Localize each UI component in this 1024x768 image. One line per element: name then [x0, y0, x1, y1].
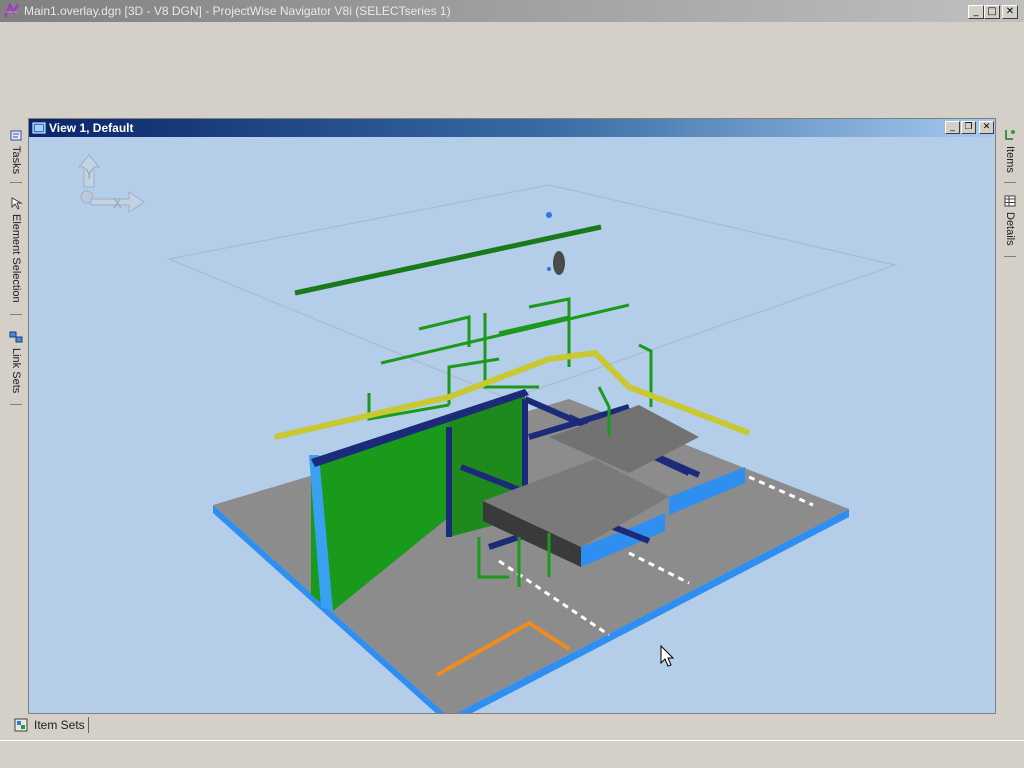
tab-element-selection-label: Element Selection: [10, 214, 22, 303]
view-title-bar[interactable]: View 1, Default _ ❐ ✕: [29, 119, 995, 137]
item-sets-bar: Item Sets: [4, 714, 1020, 738]
app-logo-icon: [4, 3, 20, 18]
suspended-tank[interactable]: [553, 251, 565, 275]
tab-tasks-label: Tasks: [10, 146, 22, 175]
element-selection-icon: [11, 197, 23, 210]
mouse-cursor-icon: [660, 645, 675, 667]
tab-separator: [10, 314, 22, 315]
left-dock-strip: Tasks Element Selection Link Sets: [4, 118, 28, 714]
projectwise-navigator-window: Main1.overlay.dgn [3D - V8 DGN] - Projec…: [0, 0, 1024, 768]
details-icon: [1004, 195, 1016, 207]
tasks-icon: [10, 130, 22, 141]
status-bar: [0, 740, 1024, 768]
tab-items-label: Items: [1004, 146, 1016, 173]
view-icon: [32, 122, 46, 134]
3d-viewport[interactable]: Y X: [29, 137, 995, 713]
window-title: Main1.overlay.dgn [3D - V8 DGN] - Projec…: [24, 4, 451, 18]
tab-details-label: Details: [1004, 212, 1016, 246]
right-dock-strip: Items Details: [998, 118, 1022, 714]
tab-separator: [10, 404, 22, 405]
axis-y-label: Y: [84, 167, 94, 183]
tab-items[interactable]: Items: [998, 124, 1022, 184]
close-button[interactable]: ✕: [1002, 5, 1018, 19]
axis-x-label: X: [113, 197, 122, 212]
view-axis-triad: Y X: [77, 154, 145, 213]
link-sets-icon: [9, 331, 23, 343]
tab-separator: [88, 717, 89, 733]
tab-link-sets[interactable]: Link Sets: [4, 326, 28, 406]
tab-separator: [1004, 256, 1016, 257]
view-close-button[interactable]: ✕: [979, 121, 994, 134]
tab-tasks[interactable]: Tasks: [4, 124, 28, 186]
marker-point: [546, 212, 552, 218]
window-title-bar[interactable]: Main1.overlay.dgn [3D - V8 DGN] - Projec…: [0, 0, 1024, 22]
3d-model-canvas[interactable]: Y X: [29, 137, 995, 713]
items-icon: [1005, 130, 1015, 140]
minimize-button[interactable]: _: [968, 5, 984, 19]
marker-point: [547, 267, 551, 271]
view-window: View 1, Default _ ❐ ✕ Y X: [28, 118, 996, 714]
tab-separator: [10, 182, 22, 183]
ground-slab[interactable]: [213, 399, 849, 713]
toolbar-area: [0, 22, 1024, 116]
maximize-button[interactable]: □: [984, 5, 1000, 19]
tab-link-sets-label: Link Sets: [10, 348, 22, 394]
item-sets-icon: [14, 718, 28, 732]
view-restore-button[interactable]: ❐: [961, 121, 976, 134]
view-title: View 1, Default: [49, 121, 134, 135]
tab-element-selection[interactable]: Element Selection: [4, 192, 28, 320]
tab-separator: [1004, 182, 1016, 183]
view-minimize-button[interactable]: _: [945, 121, 960, 134]
tab-details[interactable]: Details: [998, 190, 1022, 260]
tab-item-sets[interactable]: Item Sets: [34, 718, 85, 732]
